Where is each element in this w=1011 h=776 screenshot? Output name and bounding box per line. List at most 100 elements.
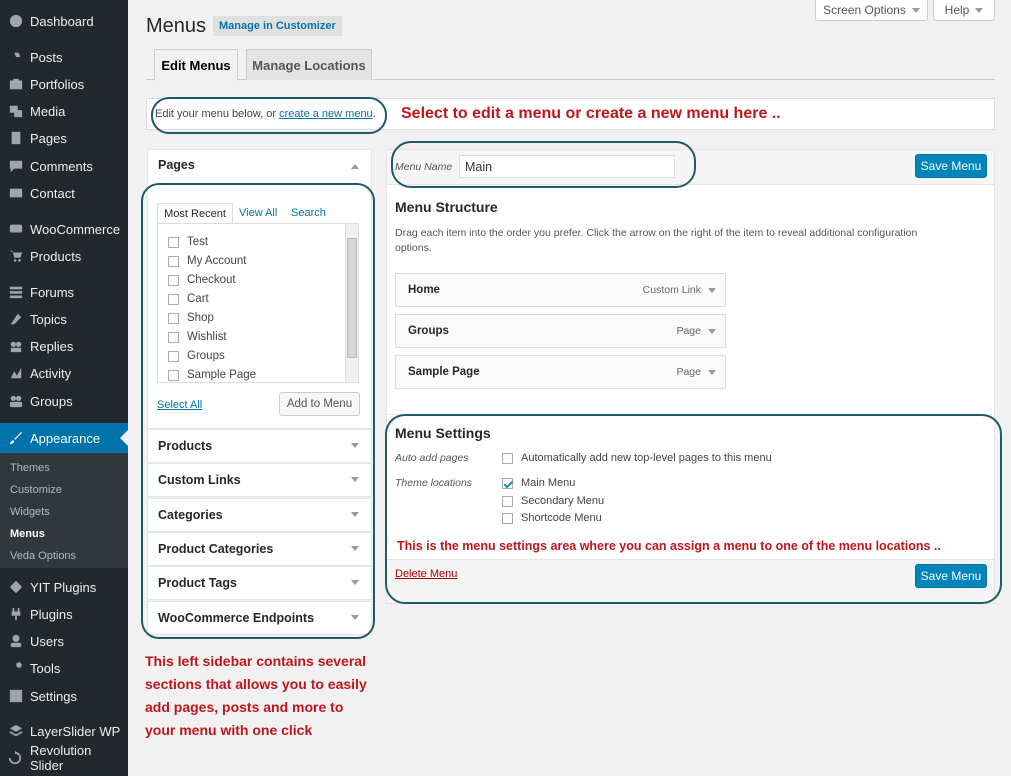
- sidebar-item-forums[interactable]: Forums: [0, 279, 128, 305]
- activity-icon: [8, 366, 23, 381]
- menu-item-title: Sample Page: [408, 366, 480, 378]
- sidebar-item-label: LayerSlider WP: [30, 723, 121, 739]
- settings-icon: [8, 689, 23, 704]
- sidebar-item-dashboard[interactable]: Dashboard: [0, 8, 128, 34]
- pin-icon: [8, 50, 23, 65]
- yit-icon: [8, 580, 23, 595]
- menu-item-home[interactable]: Home Custom Link: [395, 273, 726, 307]
- pages-panel-title[interactable]: Pages: [158, 158, 195, 172]
- replies-icon: [8, 339, 23, 354]
- media-icon: [8, 104, 23, 119]
- sidebar-item-label: Replies: [30, 338, 74, 354]
- users-icon: [8, 634, 23, 649]
- annotation-callout-create-menu: [151, 97, 387, 134]
- sidebar-item-products[interactable]: Products: [0, 243, 128, 269]
- save-menu-button[interactable]: Save Menu: [915, 154, 987, 178]
- annotation-line: sections that allows you to easily: [145, 676, 367, 692]
- chevron-down-icon[interactable]: [708, 329, 716, 338]
- chevron-down-icon: [975, 8, 984, 17]
- submenu-item-widgets[interactable]: Widgets: [0, 502, 128, 522]
- sidebar-item-label: Pages: [30, 130, 67, 146]
- sidebar-item-label: Settings: [30, 688, 77, 704]
- woocommerce-icon: [8, 222, 23, 237]
- menu-item-type: Custom Link: [642, 284, 701, 296]
- dashboard-icon: [8, 14, 23, 29]
- mail-icon: [8, 186, 23, 201]
- menu-item-sample-page[interactable]: Sample Page Page: [395, 355, 726, 389]
- sidebar-item-label: WooCommerce: [30, 221, 121, 237]
- admin-sidebar: Dashboard Posts Portfolios Media Pages Commen…: [0, 0, 128, 776]
- sidebar-item-media[interactable]: Media: [0, 98, 128, 124]
- sidebar-item-label: Products: [30, 248, 82, 264]
- sidebar-item-label: Contact: [30, 185, 75, 201]
- structure-desc-line: Drag each item into the order you prefer…: [395, 227, 918, 239]
- refresh-icon: [8, 751, 23, 766]
- sidebar-item-label: Plugins: [30, 606, 73, 622]
- sidebar-item-users[interactable]: Users: [0, 628, 128, 654]
- layers-icon: [8, 724, 23, 739]
- sidebar-item-activity[interactable]: Activity: [0, 360, 128, 386]
- sidebar-item-label: Appearance: [30, 430, 101, 446]
- annotation-top: Select to edit a menu or create a new me…: [401, 105, 781, 122]
- chevron-down-icon[interactable]: [708, 370, 716, 379]
- sidebar-item-label: YIT Plugins: [30, 579, 97, 595]
- sidebar-item-label: Posts: [30, 49, 63, 65]
- sidebar-item-label: Comments: [30, 158, 93, 174]
- groups-icon: [8, 394, 23, 409]
- sidebar-item-topics[interactable]: Topics: [0, 306, 128, 332]
- submenu-item-customize[interactable]: Customize: [0, 480, 128, 500]
- chevron-down-icon: [911, 8, 920, 17]
- wrench-icon: [8, 661, 23, 676]
- annotation-line: This left sidebar contains several: [145, 653, 366, 669]
- sidebar-item-revolution-slider[interactable]: Revolution Slider: [0, 743, 128, 773]
- menu-structure-desc: Drag each item into the order you prefer…: [395, 226, 917, 256]
- annotation-callout-sidebar: [141, 183, 375, 639]
- sidebar-item-label: Topics: [30, 311, 67, 327]
- annotation-line: your menu with one click: [145, 722, 313, 738]
- sidebar-item-pages[interactable]: Pages: [0, 125, 128, 151]
- sidebar-item-settings[interactable]: Settings: [0, 683, 128, 709]
- help-button[interactable]: Help: [933, 0, 995, 21]
- sidebar-item-woocommerce[interactable]: WooCommerce: [0, 216, 128, 242]
- sidebar-item-appearance[interactable]: Appearance: [0, 423, 128, 453]
- sidebar-item-tools[interactable]: Tools: [0, 655, 128, 681]
- brush-icon: [8, 431, 23, 446]
- pages-icon: [8, 131, 23, 146]
- annotation-line: add pages, posts and more to: [145, 699, 344, 715]
- sidebar-item-plugins[interactable]: Plugins: [0, 601, 128, 627]
- sidebar-item-label: Tools: [30, 660, 61, 676]
- help-label: Help: [944, 3, 970, 17]
- comment-icon: [8, 159, 23, 174]
- manage-customizer-link[interactable]: Manage in Customizer: [213, 16, 342, 36]
- sidebar-item-replies[interactable]: Replies: [0, 333, 128, 359]
- tab-manage-locations[interactable]: Manage Locations: [246, 49, 372, 80]
- sidebar-item-label: Groups: [30, 393, 73, 409]
- menu-item-title: Groups: [408, 325, 449, 337]
- menu-item-title: Home: [408, 284, 440, 296]
- menu-structure-title: Menu Structure: [395, 199, 498, 215]
- sidebar-item-layerslider-wp[interactable]: LayerSlider WP: [0, 718, 128, 744]
- sidebar-item-contact[interactable]: Contact: [0, 180, 128, 206]
- sidebar-item-comments[interactable]: Comments: [0, 153, 128, 179]
- forums-icon: [8, 285, 23, 300]
- menu-item-type: Page: [676, 366, 701, 378]
- sidebar-item-groups[interactable]: Groups: [0, 388, 128, 414]
- chevron-up-icon[interactable]: [351, 160, 359, 169]
- sidebar-item-label: Revolution Slider: [29, 743, 92, 773]
- structure-desc-line: options.: [395, 242, 432, 254]
- sidebar-item-portfolios[interactable]: Portfolios: [0, 71, 128, 97]
- sidebar-item-label: Forums: [30, 284, 75, 300]
- sidebar-item-posts[interactable]: Posts: [0, 44, 128, 70]
- sidebar-item-yit-plugins[interactable]: YIT Plugins: [0, 574, 128, 600]
- submenu-item-menus[interactable]: Menus: [0, 524, 128, 544]
- sidebar-item-label: Dashboard: [30, 13, 94, 29]
- tab-edit-menus[interactable]: Edit Menus: [154, 49, 238, 81]
- menu-item-groups[interactable]: Groups Page: [395, 314, 726, 348]
- menu-item-type: Page: [676, 325, 701, 337]
- screen-options-button[interactable]: Screen Options: [815, 0, 928, 21]
- screen-options-label: Screen Options: [823, 3, 906, 17]
- chevron-down-icon[interactable]: [708, 288, 716, 297]
- submenu-item-themes[interactable]: Themes: [0, 458, 128, 478]
- submenu-item-veda-options[interactable]: Veda Options: [0, 546, 128, 566]
- topics-icon: [8, 312, 23, 327]
